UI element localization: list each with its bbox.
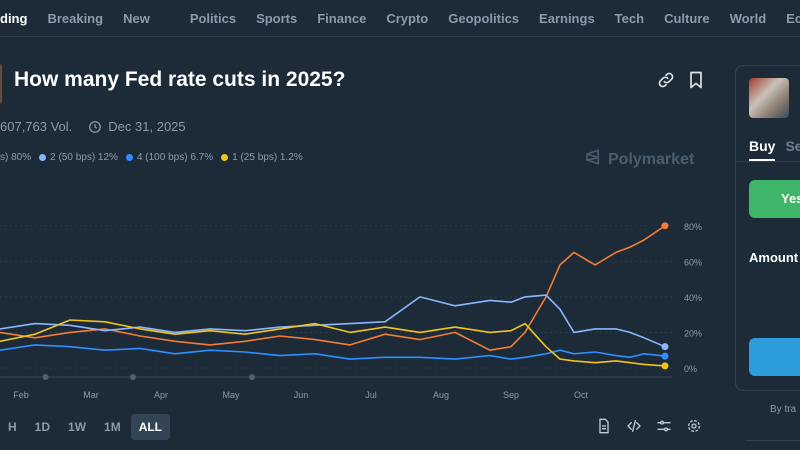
- range-button-h[interactable]: H: [0, 414, 25, 440]
- range-button-1m[interactable]: 1M: [96, 414, 129, 440]
- gear-icon[interactable]: [686, 418, 704, 436]
- legend-item[interactable]: 2 (50 bps) 12%: [39, 152, 118, 163]
- legend-label: s) 80%: [0, 152, 32, 163]
- legend-item[interactable]: s) 80%: [0, 152, 31, 163]
- nav-item-world[interactable]: World: [730, 11, 767, 26]
- volume-text: 607,763 Vol.: [0, 119, 73, 134]
- legend-dot: [221, 154, 229, 161]
- series-end-point-3: [661, 362, 669, 370]
- end-date-text: Dec 31, 2025: [108, 119, 186, 134]
- time-range-selector: H 1D 1W 1M ALL: [0, 414, 172, 440]
- trade-panel: Buy Se Yes Amount: [735, 65, 800, 391]
- y-tick-label: 40%: [684, 293, 702, 303]
- x-axis-marker: [130, 374, 136, 380]
- y-tick-label: 0%: [684, 364, 697, 374]
- series-end-point-2: [661, 352, 669, 360]
- nav-item-geopolitics[interactable]: Geopolitics: [448, 11, 519, 26]
- x-tick-label: Oct: [574, 390, 589, 400]
- panel-divider: [745, 440, 800, 441]
- bookmark-icon[interactable]: [686, 70, 708, 92]
- market-header: How many Fed rate cuts in 2025?: [0, 62, 720, 104]
- amount-label: Amount: [749, 250, 799, 265]
- chart-tools: [596, 418, 716, 436]
- market-avatar: [0, 64, 2, 104]
- range-button-all[interactable]: ALL: [130, 414, 171, 440]
- trade-submit-button[interactable]: [749, 338, 800, 376]
- nav-item-economy[interactable]: Economy: [786, 11, 800, 26]
- legend-label: 1 (25 bps) 1.2%: [232, 152, 303, 163]
- link-icon[interactable]: [656, 70, 678, 92]
- polymarket-watermark: Polymarket: [584, 148, 694, 171]
- x-tick-label: Jun: [294, 390, 309, 400]
- legend-dot: [39, 154, 47, 161]
- range-button-1d[interactable]: 1D: [27, 414, 58, 440]
- tab-divider: [736, 161, 800, 162]
- legend-item[interactable]: 1 (25 bps) 1.2%: [221, 152, 303, 163]
- nav-item-sports[interactable]: Sports: [256, 11, 297, 26]
- sliders-icon[interactable]: [656, 418, 674, 436]
- polymarket-logo-icon: [584, 148, 608, 171]
- brand-text: Polymarket: [608, 150, 695, 168]
- series-line-2: [0, 344, 666, 360]
- x-tick-label: Aug: [433, 390, 449, 400]
- x-axis-marker: [249, 374, 255, 380]
- code-icon[interactable]: [626, 418, 644, 436]
- nav-item-new[interactable]: New: [123, 11, 150, 26]
- range-button-1w[interactable]: 1W: [60, 414, 94, 440]
- legend-item[interactable]: 4 (100 bps) 6.7%: [125, 152, 214, 163]
- y-tick-label: 60%: [684, 257, 702, 267]
- x-tick-label: Mar: [83, 390, 99, 400]
- nav-item-ding[interactable]: ding: [0, 11, 27, 26]
- nav-item-earnings[interactable]: Earnings: [539, 11, 595, 26]
- price-chart[interactable]: 0% 20% 40% 60% 80% Feb Mar Apr May Jun Jul Aug Sep Oc…: [0, 180, 720, 400]
- tab-sell[interactable]: Se: [785, 138, 800, 154]
- document-icon[interactable]: [596, 418, 614, 436]
- x-axis-marker: [42, 374, 49, 380]
- nav-item-politics[interactable]: Politics: [190, 11, 236, 26]
- y-tick-label: 80%: [684, 222, 702, 232]
- legend-dot: [125, 154, 133, 161]
- nav-item-finance[interactable]: Finance: [317, 11, 366, 26]
- clock-icon: [88, 120, 102, 134]
- nav-item-culture[interactable]: Culture: [664, 11, 710, 26]
- x-tick-label: Sep: [503, 390, 519, 400]
- trade-tabs: Buy Se: [749, 138, 800, 154]
- y-tick-label: 20%: [684, 328, 702, 338]
- legend-label: 4 (100 bps) 6.7%: [136, 152, 214, 163]
- top-nav: ding Breaking New Politics Sports Finance Cryp…: [0, 0, 800, 37]
- x-tick-label: Feb: [13, 390, 29, 400]
- yes-button[interactable]: Yes: [749, 180, 800, 218]
- x-tick-label: May: [222, 390, 240, 400]
- chart-legend: s) 80% 2 (50 bps) 12% 4 (100 bps) 6.7% 1 (2…: [0, 152, 311, 163]
- x-tick-label: Apr: [154, 390, 168, 400]
- tab-buy[interactable]: Buy: [749, 138, 775, 154]
- market-meta: 607,763 Vol. Dec 31, 2025: [0, 119, 186, 134]
- page-title: How many Fed rate cuts in 2025?: [14, 68, 346, 91]
- legend-label: 2 (50 bps) 12%: [50, 152, 118, 163]
- nav-item-crypto[interactable]: Crypto: [386, 11, 428, 26]
- series-line-0: [0, 225, 666, 351]
- series-end-point-0: [661, 222, 669, 230]
- terms-footnote: By tra: [770, 404, 797, 415]
- series-end-point-1: [661, 343, 669, 351]
- x-tick-label: Jul: [365, 390, 377, 400]
- nav-item-breaking[interactable]: Breaking: [47, 11, 103, 26]
- market-thumbnail: [749, 78, 789, 118]
- nav-item-tech[interactable]: Tech: [615, 11, 644, 26]
